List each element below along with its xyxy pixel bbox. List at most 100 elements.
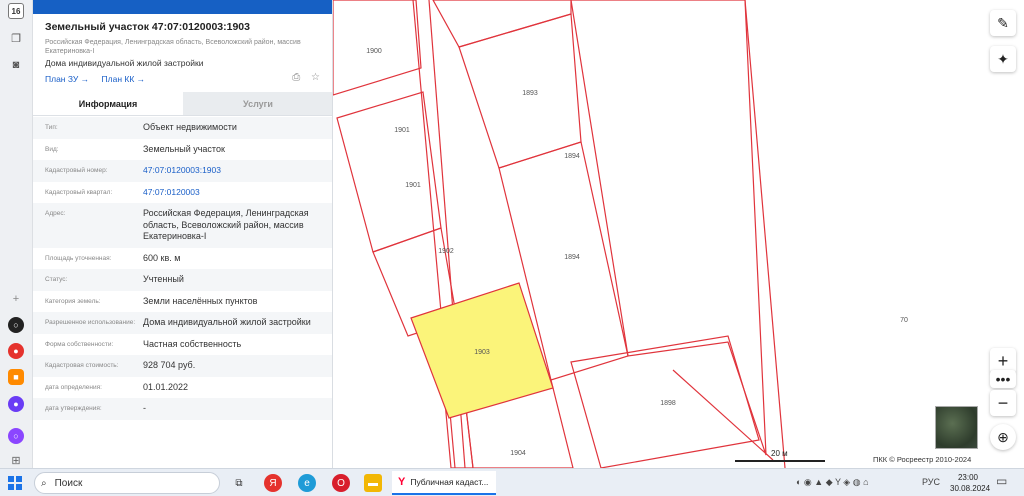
add-icon[interactable]: +: [8, 291, 24, 307]
cadastral-number-link[interactable]: 47:07:0120003:1903: [143, 160, 321, 182]
row-key: Тип:: [45, 124, 58, 131]
clock[interactable]: 23:00 30.08.2024: [950, 472, 991, 494]
assistant-icon[interactable]: ○: [8, 428, 24, 444]
music-icon[interactable]: ●: [8, 343, 24, 359]
cadastral-quarter-link[interactable]: 47:07:0120003: [143, 182, 321, 204]
table-row: Площадь уточненная: 600 кв. м: [33, 248, 332, 270]
row-key: дата определения:: [45, 383, 102, 391]
tray-icons[interactable]: ◐ ◉ ▲ ◆ Y ◈ ◍ ⌂: [796, 477, 869, 488]
taskbar: ⌕ Поиск ⧉ Я e O ▬ Y Публичная кадаст... …: [0, 468, 1024, 496]
grid-icon[interactable]: ⊞: [8, 452, 24, 468]
collections-icon[interactable]: ❐: [8, 30, 24, 46]
row-key: Кадастровый номер:: [45, 167, 108, 174]
alice-icon[interactable]: ○: [8, 317, 24, 333]
market-icon[interactable]: ■: [8, 369, 24, 385]
scale-bar: 20 м: [735, 449, 825, 462]
table-row: Разрешенное использование: Дома индивидуа…: [33, 312, 332, 334]
task-view-icon[interactable]: ⧉: [230, 474, 248, 492]
row-value: Земельный участок: [143, 143, 225, 154]
row-key: Статус:: [45, 276, 68, 283]
row-value: 928 704 руб.: [143, 360, 196, 370]
row-key: Вид:: [45, 145, 59, 153]
edge-icon[interactable]: e: [298, 474, 316, 492]
print-icon[interactable]: ⎙: [292, 72, 300, 83]
row-value: -: [143, 403, 146, 413]
windows-start-icon[interactable]: [8, 476, 22, 490]
ruler-icon[interactable]: ✎: [990, 10, 1016, 36]
plan-zu-link[interactable]: План ЗУ →: [45, 74, 89, 84]
parcel-number-label: 1898: [660, 400, 676, 407]
clock-time: 23:00: [957, 473, 979, 482]
tab-information[interactable]: Информация: [33, 92, 183, 115]
row-key: дата утверждения:: [45, 405, 102, 412]
zoom-out-icon[interactable]: −: [990, 390, 1016, 416]
panel-actions: ⎙ ☆: [284, 72, 320, 83]
clock-date: 30.08.2024: [950, 484, 991, 493]
parcel-outline[interactable]: [458, 13, 582, 169]
tab-services[interactable]: Услуги: [183, 92, 332, 115]
file-explorer-icon[interactable]: ▬: [364, 474, 382, 492]
table-row: Кадастровый номер: 47:07:0120003:1903: [33, 160, 332, 182]
row-value: Российская Федерация, Ленинградская обла…: [143, 208, 309, 241]
table-row: Кадастровый квартал: 47:07:0120003: [33, 182, 332, 204]
parcel-number-label: 70: [900, 317, 908, 324]
tabs-count-badge[interactable]: 16: [8, 3, 24, 19]
table-row: Категория земель: Земли населённых пункто…: [33, 291, 332, 313]
more-icon[interactable]: •••: [990, 370, 1016, 388]
info-panel: Земельный участок 47:07:0120003:1903 Рос…: [33, 0, 333, 468]
notifications-icon[interactable]: ▭: [996, 474, 1007, 488]
parcel-number-label: 1903: [474, 349, 490, 356]
screenshot-icon[interactable]: ◙: [8, 57, 24, 73]
row-key: Разрешенное использование:: [45, 319, 136, 326]
active-browser-task[interactable]: Y Публичная кадаст...: [392, 471, 496, 495]
table-row: Тип: Объект недвижимости: [33, 117, 332, 139]
row-value: 600 кв. м: [143, 252, 181, 263]
panel-header-bar: [33, 0, 332, 14]
row-key: Кадастровая стоимость:: [45, 362, 119, 369]
row-key: Адрес:: [45, 210, 66, 217]
row-value: Учтенный: [143, 274, 184, 284]
parcel-number-label: 1904: [510, 450, 526, 457]
screen: 16 ❐ ◙ + ○ ● ■ ● ○ ⊞ 1900 1893 1901 1894…: [0, 0, 1024, 496]
parcel-number-label: 1893: [522, 90, 538, 97]
copyright-text: ПКК © Росреестр 2010-2024: [873, 455, 972, 464]
taskbar-search[interactable]: ⌕ Поиск: [34, 472, 220, 494]
scale-label: 20 м: [771, 449, 788, 458]
app-rail: 16 ❐ ◙ + ○ ● ■ ● ○ ⊞: [0, 0, 33, 468]
table-row: Форма собственности: Частная собственност…: [33, 334, 332, 356]
parcel-address: Российская Федерация, Ленинградская обла…: [45, 39, 301, 55]
row-key: Площадь уточненная:: [45, 254, 112, 262]
search-icon: ⌕: [41, 477, 47, 489]
star-icon[interactable]: ☆: [311, 72, 320, 83]
table-row: Статус: Учтенный: [33, 269, 332, 291]
active-task-label: Публичная кадаст...: [410, 477, 489, 487]
search-label: Поиск: [54, 477, 83, 489]
row-key: Форма собственности:: [45, 340, 114, 348]
language-indicator[interactable]: РУС: [922, 477, 940, 487]
parcel-outline[interactable]: [432, 0, 572, 48]
messenger-icon[interactable]: ●: [8, 396, 24, 412]
row-value: 01.01.2022: [143, 381, 189, 392]
compass-icon[interactable]: ⊕: [990, 424, 1016, 450]
opera-icon[interactable]: O: [332, 474, 350, 492]
parcel-number-label: 1894: [564, 153, 580, 160]
yandex-browser-icon[interactable]: Я: [264, 474, 282, 492]
row-key: Кадастровый квартал:: [45, 188, 113, 196]
yandex-logo-icon: Y: [398, 476, 406, 488]
parcel-number-label: 1894: [564, 254, 580, 261]
parcel-layer[interactable]: 1900 1893 1901 1894 1901 1902 1894 1903 …: [333, 0, 1024, 468]
table-row: Адрес: Российская Федерация, Ленинградска…: [33, 203, 332, 248]
property-table: Тип: Объект недвижимости Вид: Земельный уч…: [33, 117, 332, 420]
parcel-edge: [744, 0, 786, 468]
satellite-minimap[interactable]: [935, 406, 978, 449]
row-value: Объект недвижимости: [143, 122, 237, 132]
row-value: Частная собственность: [143, 338, 242, 349]
plan-kk-link[interactable]: План КК →: [102, 74, 146, 84]
row-value: Земли населённых пунктов: [143, 295, 258, 306]
row-key: Категория земель:: [45, 297, 101, 305]
parcel-outline[interactable]: [336, 91, 442, 253]
table-row: дата определения: 01.01.2022: [33, 377, 332, 399]
cadastral-map[interactable]: 1900 1893 1901 1894 1901 1902 1894 1903 …: [333, 0, 1024, 468]
parcel-number-label: 1900: [366, 48, 382, 55]
locate-icon[interactable]: ✦: [990, 46, 1016, 72]
